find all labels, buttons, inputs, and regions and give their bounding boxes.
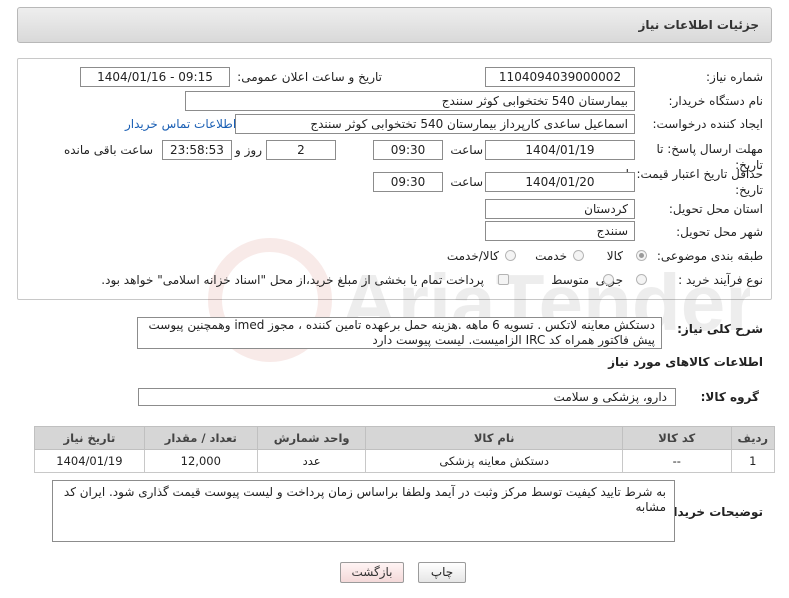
col-code: کد کالا — [621, 426, 732, 450]
buyer-contact-link[interactable]: اطلاعات تماس خریدار — [125, 117, 236, 131]
col-qty: تعداد / مقدار — [143, 426, 258, 450]
need-number-field: 1104094039000002 — [485, 67, 635, 87]
table-row: 1 -- دستکش معاینه پزشکی عدد 12,000 1404/… — [34, 449, 776, 473]
category-radio-service[interactable] — [573, 250, 584, 261]
creator-label: ایجاد کننده درخواست: — [652, 117, 763, 131]
page-header: جزئیات اطلاعات نیاز — [17, 7, 772, 43]
category-option-service: خدمت — [535, 249, 567, 263]
days-remaining-field: 2 — [266, 140, 336, 160]
category-radio-goods[interactable] — [636, 250, 647, 261]
validity-date-field: 1404/01/20 — [485, 172, 635, 192]
cell-date: 1404/01/19 — [34, 449, 145, 473]
time-remaining-field: 23:58:53 — [162, 140, 232, 160]
announce-label: تاریخ و ساعت اعلان عمومی: — [237, 70, 382, 84]
col-unit: واحد شمارش — [256, 426, 367, 450]
remaining-label: ساعت باقی مانده — [63, 143, 153, 157]
cell-code: -- — [621, 449, 732, 473]
treasury-payment-checkbox[interactable] — [498, 274, 509, 285]
province-label: استان محل تحویل: — [668, 202, 763, 216]
cell-qty: 12,000 — [143, 449, 258, 473]
goods-group-field: دارو، پزشکی و سلامت — [138, 388, 676, 406]
process-radio-minor[interactable] — [636, 274, 647, 285]
goods-section-title: اطلاعات کالاهای مورد نیاز — [608, 355, 763, 369]
city-label: شهر محل تحویل: — [676, 225, 763, 239]
page-title: جزئیات اطلاعات نیاز — [638, 18, 759, 32]
description-label: شرح کلی نیاز: — [677, 322, 763, 336]
buyer-notes-label: توضیحات خریدار: — [661, 505, 763, 519]
process-label: نوع فرآیند خرید : — [678, 273, 763, 287]
category-label: طبقه بندی موضوعی: — [656, 249, 763, 263]
validity-time-label: ساعت — [450, 175, 483, 189]
goods-group-label: گروه کالا: — [700, 390, 759, 404]
deadline-time-field: 09:30 — [373, 140, 443, 160]
process-option-medium: متوسط — [551, 273, 589, 287]
creator-field: اسماعیل ساعدی کارپرداز بیمارستان 540 تخت… — [235, 114, 635, 134]
province-field: کردستان — [485, 199, 635, 219]
deadline-date-field: 1404/01/19 — [485, 140, 635, 160]
category-option-goods: کالا — [606, 249, 623, 263]
validity-time-field: 09:30 — [373, 172, 443, 192]
city-field: سنندج — [485, 221, 635, 241]
goods-table: ردیف کد کالا نام کالا واحد شمارش تعداد /… — [34, 426, 776, 473]
col-date: تاریخ نیاز — [34, 426, 145, 450]
days-label: روز و — [235, 143, 262, 157]
need-number-label: شماره نیاز: — [706, 70, 763, 84]
buyer-org-field: بیمارستان 540 تختخوابی کوثر سنندج — [185, 91, 635, 111]
col-row: ردیف — [730, 426, 776, 450]
description-field: دستکش معاینه لاتکس . تسویه 6 ماهه .هزینه… — [137, 317, 662, 349]
category-radio-goods-service[interactable] — [505, 250, 516, 261]
col-name: نام کالا — [365, 426, 623, 450]
print-button[interactable]: چاپ — [418, 562, 466, 583]
category-option-goods-service: کالا/خدمت — [446, 249, 499, 263]
process-radio-medium[interactable] — [603, 274, 614, 285]
deadline-time-label: ساعت — [450, 143, 483, 157]
treasury-payment-note: پرداخت تمام یا بخشی از مبلغ خرید،از محل … — [101, 273, 484, 287]
buyer-org-label: نام دستگاه خریدار: — [668, 94, 764, 108]
buyer-notes-field: به شرط تایید کیفیت توسط مرکز وثبت در آیم… — [52, 480, 675, 542]
cell-unit: عدد — [256, 449, 367, 473]
validity-label: حداقل تاریخ اعتبار قیمت: تا تاریخ: — [625, 167, 763, 197]
back-button[interactable]: بازگشت — [340, 562, 404, 583]
announce-datetime-field: 1404/01/16 - 09:15 — [80, 67, 230, 87]
cell-row: 1 — [730, 449, 776, 473]
cell-name: دستکش معاینه پزشکی — [365, 449, 623, 473]
goods-table-header: ردیف کد کالا نام کالا واحد شمارش تعداد /… — [34, 426, 776, 450]
